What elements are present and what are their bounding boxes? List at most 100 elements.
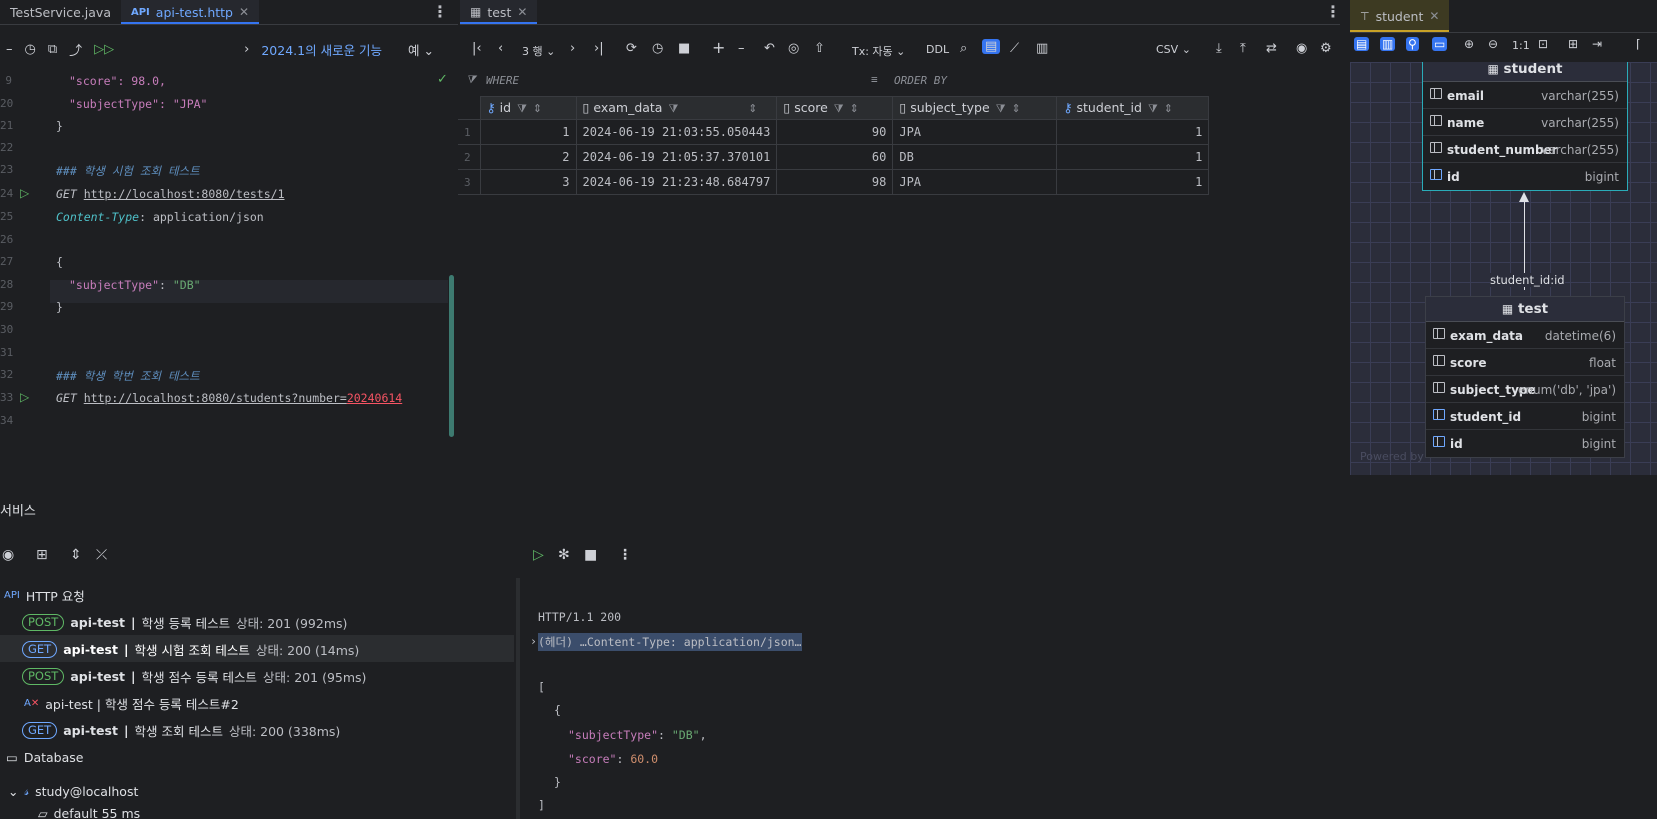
export-format-select[interactable]: CSV ⌄ <box>1156 43 1191 56</box>
chevron-right-icon[interactable]: › <box>530 634 537 648</box>
next-page-icon[interactable]: › <box>570 41 575 56</box>
minus-icon[interactable]: – <box>6 42 13 57</box>
ddl-button[interactable]: DDL <box>926 43 949 56</box>
actual-size-button[interactable]: 1:1 <box>1512 39 1530 52</box>
entity-test[interactable]: ▦ test exam_data datetime(6) score float s… <box>1425 296 1625 458</box>
filter-icon[interactable]: ⧩ <box>517 102 527 116</box>
view-icon[interactable]: ◉ <box>1296 41 1307 56</box>
whats-new-more[interactable]: 예 ⌄ <box>408 40 434 59</box>
table-row[interactable]: 1 1 2024-06-19 21:03:55.050443 90 JPA 1 <box>458 119 1210 145</box>
show-indexes-icon[interactable]: ⚲ <box>1406 37 1419 51</box>
request-item[interactable]: POST api-test | 학생 등록 테스트 상태: 201 (992ms… <box>22 610 347 634</box>
request-item-failed[interactable]: A✕ api-test | 학생 점수 등록 테스트#2 <box>24 691 239 715</box>
column-header-id[interactable]: ⚷ id ⧩ ⇕ <box>479 96 577 120</box>
chart-icon[interactable]: ⟋ <box>1010 41 1019 56</box>
column-header-student-id[interactable]: ⚷ student_id ⧩ ⇕ <box>1056 96 1210 120</box>
tab-testservice[interactable]: TestService.java <box>0 0 121 24</box>
column-header-subject-type[interactable]: ▯ subject_type ⧩ ⇕ <box>892 96 1058 120</box>
sort-icon[interactable]: ⇕ <box>1164 102 1173 115</box>
fit-icon[interactable]: ⊡ <box>1538 37 1548 51</box>
cell-id[interactable]: 3 <box>479 169 577 195</box>
close-icon[interactable]: ✕ <box>1429 9 1439 23</box>
close-icon[interactable]: ✕ <box>517 5 527 19</box>
stop-icon[interactable]: ■ <box>584 547 597 563</box>
settings-icon[interactable]: ⚙ <box>1320 41 1332 56</box>
column-header-score[interactable]: ▯ score ⧩ ⇕ <box>776 96 894 120</box>
delete-row-icon[interactable]: – <box>738 41 745 56</box>
preview-icon[interactable]: ◎ <box>788 41 799 56</box>
column-header-exam-data[interactable]: ▯ exam_data ⧩ ⇕ <box>575 96 778 120</box>
filter-icon[interactable]: ⧩ <box>668 102 678 116</box>
import-icon[interactable]: ⤴ <box>69 40 82 59</box>
filter-icon[interactable]: ⧩ <box>834 102 844 116</box>
show-comments-icon[interactable]: ▭ <box>1432 37 1448 51</box>
sort-icon[interactable]: ⇕ <box>748 102 757 115</box>
more-icon[interactable]: ⋮ <box>618 547 632 563</box>
prev-page-icon[interactable]: ‹ <box>498 41 503 56</box>
refresh-icon[interactable]: ⟳ <box>626 41 637 56</box>
history-icon[interactable]: ◷ <box>652 41 663 56</box>
cell-exam-data[interactable]: 2024-06-19 21:03:55.050443 <box>575 119 778 145</box>
request-item[interactable]: POST api-test | 학생 점수 등록 테스트 상태: 201 (95… <box>22 664 366 688</box>
more-icon[interactable]: ⋮ <box>432 2 448 21</box>
collapse-all-icon[interactable]: ⤫ <box>96 547 107 563</box>
history-icon[interactable]: ◷ <box>25 42 36 57</box>
run-all-icon[interactable]: ▷▷ <box>94 42 114 57</box>
compare-icon[interactable]: ⇄ <box>1266 41 1277 56</box>
chevron-right-icon[interactable]: › <box>244 42 249 57</box>
download-icon[interactable]: ⤓ <box>1216 41 1222 56</box>
more-icon[interactable]: ⌈ <box>1636 37 1641 51</box>
cell-exam-data[interactable]: 2024-06-19 21:05:37.370101 <box>575 144 778 170</box>
zoom-out-icon[interactable]: ⊖ <box>1488 37 1498 51</box>
cell-student-id[interactable]: 1 <box>1056 144 1210 170</box>
last-page-icon[interactable]: ›| <box>594 41 604 56</box>
sort-icon[interactable]: ⇕ <box>1012 102 1021 115</box>
export-icon[interactable]: ⇥ <box>1592 37 1602 51</box>
row-count-select[interactable]: 3 행 ⌄ <box>522 43 555 59</box>
revert-icon[interactable]: ↶ <box>764 41 775 56</box>
show-keys-icon[interactable]: ▥ <box>1380 37 1396 51</box>
filter-icon[interactable]: ⧩ <box>466 73 476 87</box>
tree-node-connection[interactable]: ⌄ 𝓈 study@localhost <box>8 779 138 803</box>
tx-mode-select[interactable]: Tx: 자동 ⌄ <box>852 43 905 59</box>
tab-student-diagram[interactable]: ⊤ student ✕ <box>1350 0 1450 32</box>
response-headers[interactable]: (헤더) …Content-Type: application/json… <box>538 633 802 651</box>
editor-scrollbar[interactable] <box>449 275 454 437</box>
tab-test[interactable]: ▦ test ✕ <box>460 0 538 24</box>
expand-all-icon[interactable]: ⇕ <box>70 547 82 563</box>
cell-student-id[interactable]: 1 <box>1056 119 1210 145</box>
cell-score[interactable]: 90 <box>776 119 894 145</box>
sort-icon[interactable]: ⇕ <box>533 102 542 115</box>
run-request-icon[interactable]: ▷ <box>20 186 29 200</box>
tab-api-test[interactable]: API api-test.http ✕ <box>120 0 260 24</box>
request-url[interactable]: http://localhost:8080/students?number= <box>84 391 347 405</box>
run-icon[interactable]: ▷ <box>533 547 544 563</box>
request-item[interactable]: GET api-test | 학생 시험 조회 테스트 상태: 200 (14m… <box>22 637 359 661</box>
search-icon[interactable]: ⌕ <box>960 41 967 56</box>
filter-icon[interactable]: ⧩ <box>996 102 1006 116</box>
cell-id[interactable]: 1 <box>479 119 577 145</box>
new-session-icon[interactable]: ⊞ <box>36 547 48 563</box>
more-icon[interactable]: ⋮ <box>1325 2 1341 21</box>
submit-icon[interactable]: ⇧ <box>814 41 825 56</box>
upload-icon[interactable]: ⤒ <box>1240 41 1246 56</box>
cell-subject-type[interactable]: JPA <box>892 119 1058 145</box>
layout-icon[interactable]: ⊞ <box>1568 37 1578 51</box>
sort-icon[interactable]: ≡ <box>871 73 878 86</box>
er-diagram[interactable]: ▦ student email varchar(255) name varchar(… <box>1350 62 1657 475</box>
stop-icon[interactable]: ■ <box>678 41 690 56</box>
table-row[interactable]: 3 3 2024-06-19 21:23:48.684797 98 JPA 1 <box>458 169 1210 195</box>
run-request-icon[interactable]: ▷ <box>20 390 29 404</box>
request-url[interactable]: http://localhost:8080/tests/1 <box>84 187 285 201</box>
first-page-icon[interactable]: |‹ <box>472 41 482 56</box>
close-icon[interactable]: ✕ <box>239 5 249 19</box>
where-input[interactable]: WHERE <box>486 74 519 87</box>
layout-icon[interactable]: ▥ <box>1036 41 1048 56</box>
cell-score[interactable]: 98 <box>776 169 894 195</box>
add-row-icon[interactable]: + <box>712 38 725 57</box>
cell-subject-type[interactable]: DB <box>892 144 1058 170</box>
cell-id[interactable]: 2 <box>479 144 577 170</box>
cell-student-id[interactable]: 1 <box>1056 169 1210 195</box>
request-item[interactable]: GET api-test | 학생 조회 테스트 상태: 200 (338ms) <box>22 718 340 742</box>
filter-icon[interactable]: ⧩ <box>1148 102 1158 116</box>
